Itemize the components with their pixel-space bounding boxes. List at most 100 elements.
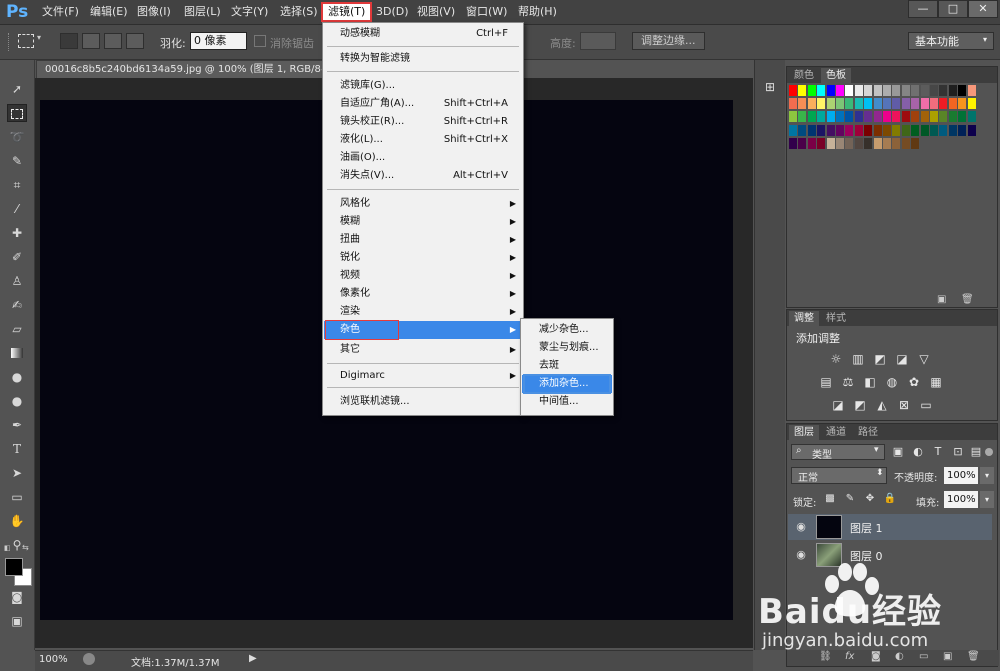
- new-selection-icon[interactable]: [60, 33, 78, 49]
- color-swatch[interactable]: [873, 111, 882, 123]
- adjustment-filter-icon[interactable]: ◐: [911, 445, 925, 459]
- color-swatch[interactable]: [920, 124, 929, 136]
- tab-paths[interactable]: 路径: [853, 425, 883, 440]
- tab-styles[interactable]: 样式: [821, 311, 851, 326]
- color-swatch[interactable]: [798, 111, 807, 123]
- color-swatch[interactable]: [807, 98, 816, 110]
- threshold-icon[interactable]: ◭: [875, 398, 889, 412]
- color-swatch[interactable]: [967, 98, 976, 110]
- tab-layers[interactable]: 图层: [789, 425, 819, 440]
- lock-transparency-icon[interactable]: ▩: [823, 492, 837, 506]
- quick-select-tool-icon[interactable]: ✎: [7, 152, 27, 170]
- color-swatch[interactable]: [817, 85, 826, 96]
- healing-brush-tool-icon[interactable]: ✚: [7, 224, 27, 242]
- color-swatch[interactable]: [958, 98, 967, 110]
- color-swatch[interactable]: [883, 137, 891, 149]
- status-menu-arrow-icon[interactable]: ▶: [249, 653, 257, 664]
- tab-channels[interactable]: 通道: [821, 425, 851, 440]
- tab-color[interactable]: 颜色: [789, 68, 819, 83]
- color-swatch[interactable]: [826, 85, 835, 96]
- color-swatch[interactable]: [836, 137, 844, 149]
- menu-item-liquify[interactable]: 液化(L)... Shift+Ctrl+X: [324, 131, 522, 149]
- blur-tool-icon[interactable]: ●: [7, 368, 27, 386]
- move-tool-icon[interactable]: ➚: [7, 80, 27, 98]
- color-swatch[interactable]: [939, 124, 948, 136]
- foreground-color-swatch[interactable]: [5, 558, 23, 576]
- color-swatch[interactable]: [845, 137, 854, 149]
- brightness-icon[interactable]: ☼: [829, 352, 843, 366]
- menu-item-convert-smart-filter[interactable]: 转换为智能滤镜: [324, 50, 522, 68]
- color-swatch[interactable]: [826, 137, 835, 149]
- menu-item-adaptive-wide-angle[interactable]: 自适应广角(A)... Shift+Ctrl+A: [324, 95, 522, 113]
- brush-tool-icon[interactable]: ✐: [7, 248, 27, 266]
- color-balance-icon[interactable]: ⚖: [841, 375, 855, 389]
- color-swatch[interactable]: [789, 111, 797, 123]
- menu-item-distort[interactable]: 扭曲 ▶: [324, 231, 522, 249]
- path-select-tool-icon[interactable]: ➤: [7, 464, 27, 482]
- menu-item-reduce-noise[interactable]: 减少杂色...: [522, 321, 612, 339]
- gradient-map-icon[interactable]: ⊠: [897, 398, 911, 412]
- color-swatch[interactable]: [920, 85, 929, 96]
- color-swatch[interactable]: [939, 111, 948, 123]
- color-swatch[interactable]: [930, 98, 938, 110]
- height-input[interactable]: [580, 32, 616, 50]
- add-selection-icon[interactable]: [82, 33, 100, 49]
- color-swatch[interactable]: [930, 111, 938, 123]
- menu-view[interactable]: 视图(V): [411, 3, 461, 21]
- curves-icon[interactable]: ◩: [873, 352, 887, 366]
- color-swatch[interactable]: [958, 124, 967, 136]
- color-swatch[interactable]: [854, 111, 863, 123]
- selective-color-icon[interactable]: ▭: [919, 398, 933, 412]
- menu-item-median[interactable]: 中间值...: [522, 393, 612, 411]
- color-swatch[interactable]: [967, 124, 976, 136]
- intersect-selection-icon[interactable]: [126, 33, 144, 49]
- color-swatch[interactable]: [958, 85, 967, 96]
- color-swatch[interactable]: [798, 85, 807, 96]
- rect-marquee-icon[interactable]: [18, 34, 34, 48]
- color-swatch[interactable]: [883, 98, 891, 110]
- color-swatch[interactable]: [939, 98, 948, 110]
- color-swatch[interactable]: [911, 98, 920, 110]
- refine-edge-button[interactable]: 调整边缘...: [632, 32, 705, 50]
- levels-icon[interactable]: ▥: [851, 352, 865, 366]
- color-swatch[interactable]: [826, 98, 835, 110]
- color-swatch[interactable]: [901, 111, 910, 123]
- menu-filter[interactable]: 滤镜(T): [320, 2, 373, 22]
- color-swatch[interactable]: [789, 98, 797, 110]
- chevron-down-icon[interactable]: ▾: [37, 33, 41, 42]
- color-swatch[interactable]: [958, 111, 967, 123]
- color-swatch[interactable]: [845, 85, 854, 96]
- color-swatch[interactable]: [845, 111, 854, 123]
- menu-item-motion-blur[interactable]: 动感模糊 Ctrl+F: [324, 25, 522, 43]
- menu-item-digimarc[interactable]: Digimarc ▶: [324, 367, 522, 385]
- menu-item-oil-paint[interactable]: 油画(O)...: [324, 149, 522, 167]
- menu-item-lens-correction[interactable]: 镜头校正(R)... Shift+Ctrl+R: [324, 113, 522, 131]
- color-swatch[interactable]: [930, 85, 938, 96]
- black-white-icon[interactable]: ◧: [863, 375, 877, 389]
- default-colors-icon[interactable]: ◧: [4, 544, 14, 552]
- type-filter-icon[interactable]: T: [931, 445, 945, 459]
- menu-item-stylize[interactable]: 风格化 ▶: [324, 195, 522, 213]
- dodge-tool-icon[interactable]: ●: [7, 392, 27, 410]
- menu-item-vanishing-point[interactable]: 消失点(V)... Alt+Ctrl+V: [324, 167, 522, 185]
- color-swatch[interactable]: [845, 98, 854, 110]
- hand-tool-icon[interactable]: ✋: [7, 512, 27, 530]
- menu-item-despeckle[interactable]: 去斑: [522, 357, 612, 375]
- color-swatch[interactable]: [967, 111, 976, 123]
- workspace-select[interactable]: 基本功能: [908, 32, 994, 50]
- color-swatch[interactable]: [873, 124, 882, 136]
- menu-type[interactable]: 文字(Y): [225, 3, 274, 21]
- menu-layer[interactable]: 图层(L): [178, 3, 227, 21]
- color-swatch[interactable]: [789, 137, 797, 149]
- color-swatch[interactable]: [948, 98, 957, 110]
- color-swatch[interactable]: [854, 98, 863, 110]
- pixel-filter-icon[interactable]: ▣: [891, 445, 905, 459]
- tab-swatches[interactable]: 色板: [821, 68, 851, 83]
- color-swatch[interactable]: [817, 137, 826, 149]
- clone-stamp-tool-icon[interactable]: ♙: [7, 272, 27, 290]
- invert-icon[interactable]: ◪: [831, 398, 845, 412]
- color-swatch[interactable]: [789, 85, 797, 96]
- lasso-tool-icon[interactable]: ➰: [7, 128, 27, 146]
- color-swatch[interactable]: [892, 124, 901, 136]
- color-swatch[interactable]: [892, 98, 901, 110]
